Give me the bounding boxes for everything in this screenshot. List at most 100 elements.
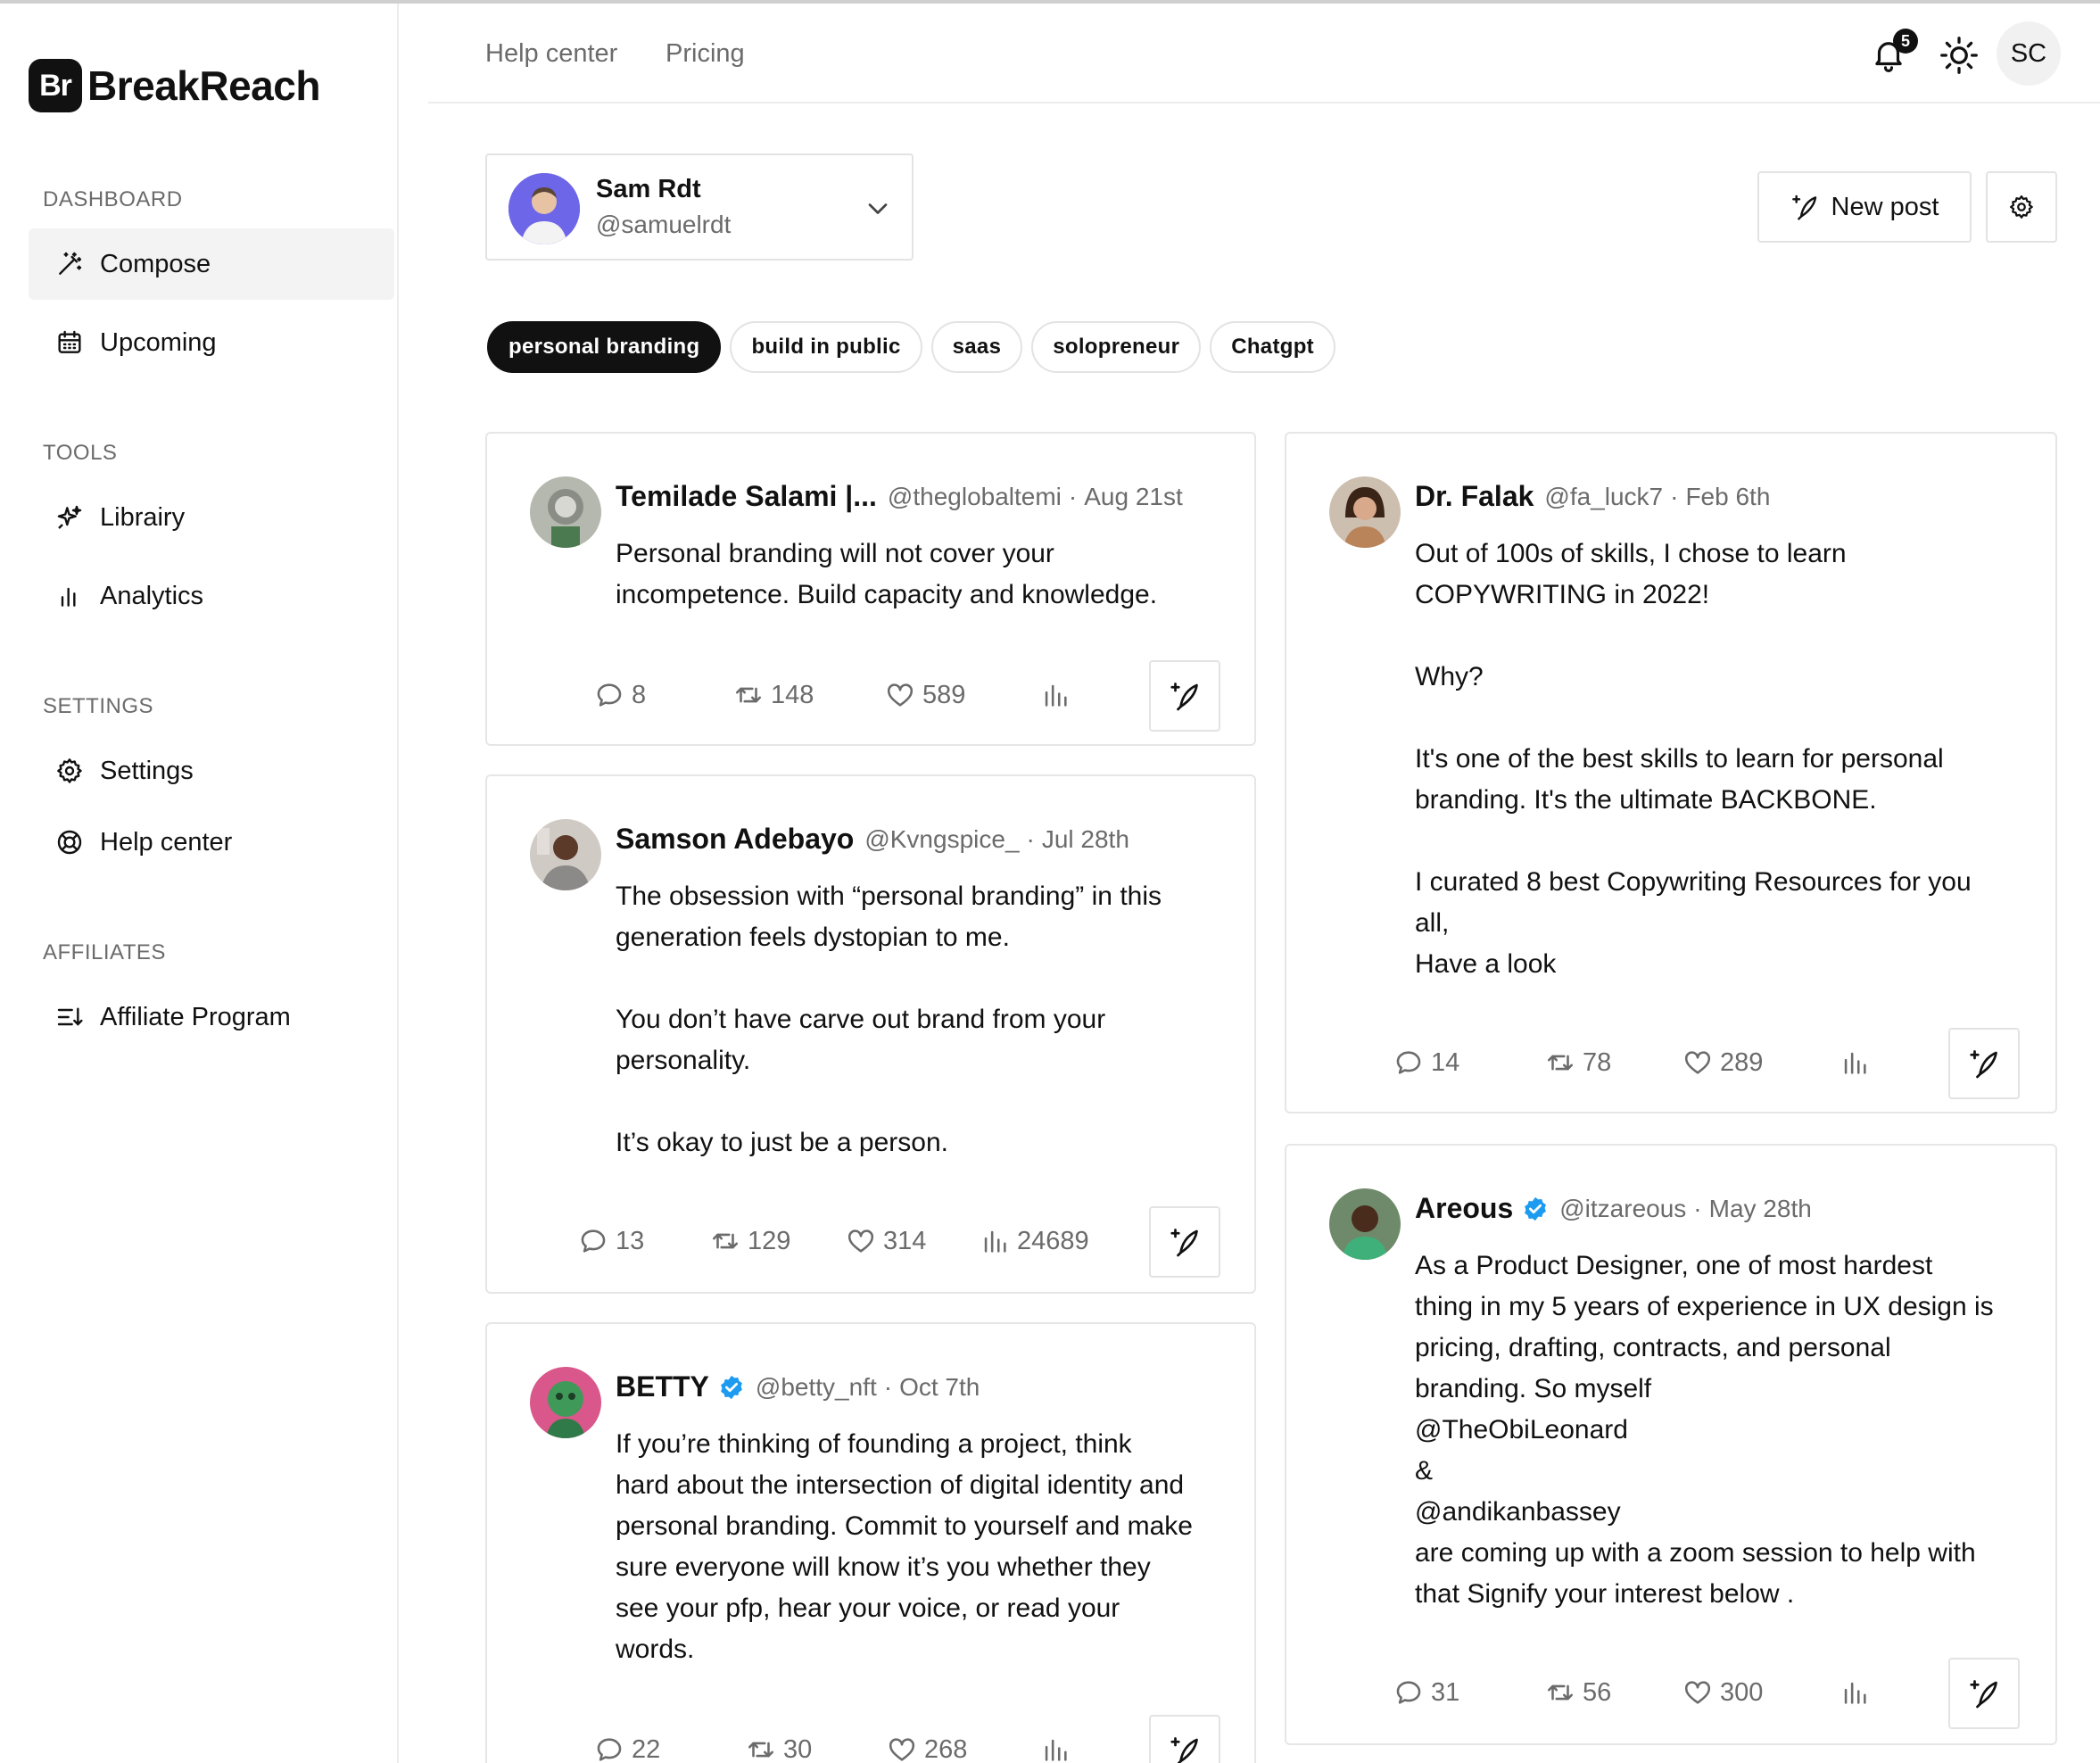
reply-count-value: 14 — [1431, 1047, 1460, 1077]
post-text: If you’re thinking of founding a project… — [616, 1429, 1193, 1664]
repost-count-value: 78 — [1583, 1047, 1612, 1077]
account-name: Sam Rdt — [596, 175, 701, 203]
settings-button[interactable] — [1986, 171, 2057, 243]
post-author-name[interactable]: Temilade Salami |... — [616, 480, 877, 513]
compose-from-post-button[interactable] — [1948, 1028, 2020, 1099]
compose-from-post-button[interactable] — [1948, 1658, 2020, 1729]
like-count-value: 589 — [922, 680, 966, 709]
repost-count[interactable]: 30 — [746, 1734, 812, 1763]
repost-count-value: 30 — [783, 1734, 813, 1763]
view-count[interactable] — [1040, 1734, 1078, 1763]
sidebar-item-help-center[interactable]: Help center — [29, 807, 394, 878]
new-post-button[interactable]: New post — [1757, 171, 1972, 243]
feather-plus-icon — [1170, 1737, 1198, 1763]
repost-icon — [712, 1233, 739, 1249]
post-card: Areous @itzareous · May 28th As a Produc… — [1285, 1144, 2057, 1745]
notifications-button[interactable]: 5 — [1864, 29, 1918, 79]
reply-count[interactable]: 22 — [594, 1734, 660, 1763]
post-card: Dr. Falak @fa_luck7 · Feb 6th Out of 100… — [1285, 432, 2057, 1113]
verified-badge-icon — [721, 1375, 742, 1399]
repost-count[interactable]: 78 — [1545, 1047, 1611, 1078]
logo-mark: Br — [29, 59, 82, 112]
post-date: Jul 28th — [1041, 824, 1129, 853]
heart-icon — [1684, 1681, 1711, 1704]
repost-icon — [1547, 1684, 1574, 1701]
sidebar-item-affiliate-program[interactable]: Affiliate Program — [29, 981, 394, 1053]
repost-count[interactable]: 56 — [1545, 1677, 1611, 1708]
post-author-name[interactable]: Areous — [1415, 1192, 1513, 1225]
compose-from-post-button[interactable] — [1149, 1715, 1220, 1763]
post-author-handle[interactable]: @fa_luck7 — [1544, 483, 1663, 511]
sidebar-item-label: Settings — [100, 756, 194, 785]
reply-count[interactable]: 31 — [1393, 1677, 1459, 1708]
chevron-down-icon — [868, 203, 888, 214]
view-count[interactable] — [1840, 1047, 1877, 1078]
post-author-handle[interactable]: @itzareous — [1559, 1195, 1686, 1223]
like-count[interactable]: 268 — [887, 1734, 967, 1763]
reply-count-value: 22 — [632, 1734, 661, 1763]
post-author-handle[interactable]: @betty_nft — [756, 1373, 877, 1402]
sidebar-item-settings[interactable]: Settings — [29, 735, 394, 807]
tag-chatgpt[interactable]: Chatgpt — [1210, 321, 1335, 373]
section-label-affiliates: AFFILIATES — [43, 940, 166, 964]
feather-plus-icon — [1170, 683, 1198, 711]
reply-count[interactable]: 8 — [594, 680, 646, 710]
reply-count-value: 13 — [616, 1226, 645, 1255]
like-count-value: 268 — [924, 1734, 968, 1763]
reply-count[interactable]: 14 — [1393, 1047, 1459, 1078]
view-count[interactable] — [1840, 1677, 1877, 1708]
post-date: Oct 7th — [899, 1372, 980, 1401]
magic-wand-icon — [59, 252, 82, 275]
post-author-name[interactable]: BETTY — [616, 1370, 709, 1403]
compose-from-post-button[interactable] — [1149, 1206, 1220, 1278]
meta-separator: · — [1068, 482, 1078, 510]
post-card: Samson Adebayo @Kvngspice_ · Jul 28th Th… — [485, 774, 1256, 1294]
view-count[interactable] — [1040, 680, 1078, 710]
views-chart-icon — [1045, 1739, 1067, 1761]
like-count[interactable]: 300 — [1682, 1677, 1763, 1708]
repost-count-value: 148 — [771, 680, 814, 709]
like-count-value: 300 — [1720, 1677, 1764, 1707]
post-author-name[interactable]: Dr. Falak — [1415, 480, 1534, 513]
repost-count[interactable]: 129 — [710, 1226, 790, 1256]
heart-icon — [847, 1229, 874, 1253]
post-text: Out of 100s of skills, I chose to learn … — [1415, 539, 1972, 979]
like-count[interactable]: 314 — [846, 1226, 926, 1256]
tag-personal-branding[interactable]: personal branding — [487, 321, 722, 373]
sidebar-item-library[interactable]: Librairy — [29, 482, 394, 553]
reply-count-value: 8 — [632, 680, 647, 709]
tag-solopreneur[interactable]: solopreneur — [1031, 321, 1202, 373]
post-author-handle[interactable]: @theglobaltemi — [888, 483, 1062, 511]
post-date: Feb 6th — [1685, 482, 1771, 510]
reply-count[interactable]: 13 — [578, 1226, 644, 1256]
account-selector[interactable]: Sam Rdt @samuelrdt — [485, 153, 914, 261]
comment-icon — [581, 1229, 606, 1253]
feather-plus-icon — [1970, 1680, 1997, 1709]
sidebar-item-label: Analytics — [100, 581, 204, 610]
sidebar-item-upcoming[interactable]: Upcoming — [29, 307, 394, 378]
like-count[interactable]: 289 — [1682, 1047, 1763, 1078]
tag-saas[interactable]: saas — [930, 321, 1023, 373]
sidebar-item-analytics[interactable]: Analytics — [29, 560, 394, 632]
sidebar-item-label: Compose — [100, 249, 211, 278]
compose-from-post-button[interactable] — [1149, 660, 1220, 732]
heart-icon — [887, 683, 914, 707]
user-avatar-button[interactable]: SC — [1997, 21, 2061, 86]
top-link-pricing[interactable]: Pricing — [666, 39, 745, 69]
tag-build-in-public[interactable]: build in public — [730, 321, 922, 373]
sidebar-item-compose[interactable]: Compose — [29, 228, 394, 300]
views-chart-icon — [1844, 1682, 1866, 1704]
views-chart-icon — [1844, 1052, 1866, 1074]
view-count-value: 24689 — [1017, 1226, 1089, 1255]
section-label-tools: TOOLS — [43, 441, 118, 465]
theme-toggle-button[interactable] — [1939, 36, 1979, 75]
top-link-help-center[interactable]: Help center — [485, 39, 617, 69]
post-date: May 28th — [1708, 1194, 1812, 1222]
like-count[interactable]: 589 — [885, 680, 965, 710]
repost-count[interactable]: 148 — [733, 680, 814, 710]
post-author-avatar — [530, 1367, 601, 1438]
view-count[interactable]: 24689 — [980, 1226, 1089, 1256]
post-author-handle[interactable]: @Kvngspice_ — [864, 825, 1019, 854]
post-author-name[interactable]: Samson Adebayo — [616, 823, 854, 856]
brand-logo[interactable]: Br BreakReach — [29, 59, 320, 112]
